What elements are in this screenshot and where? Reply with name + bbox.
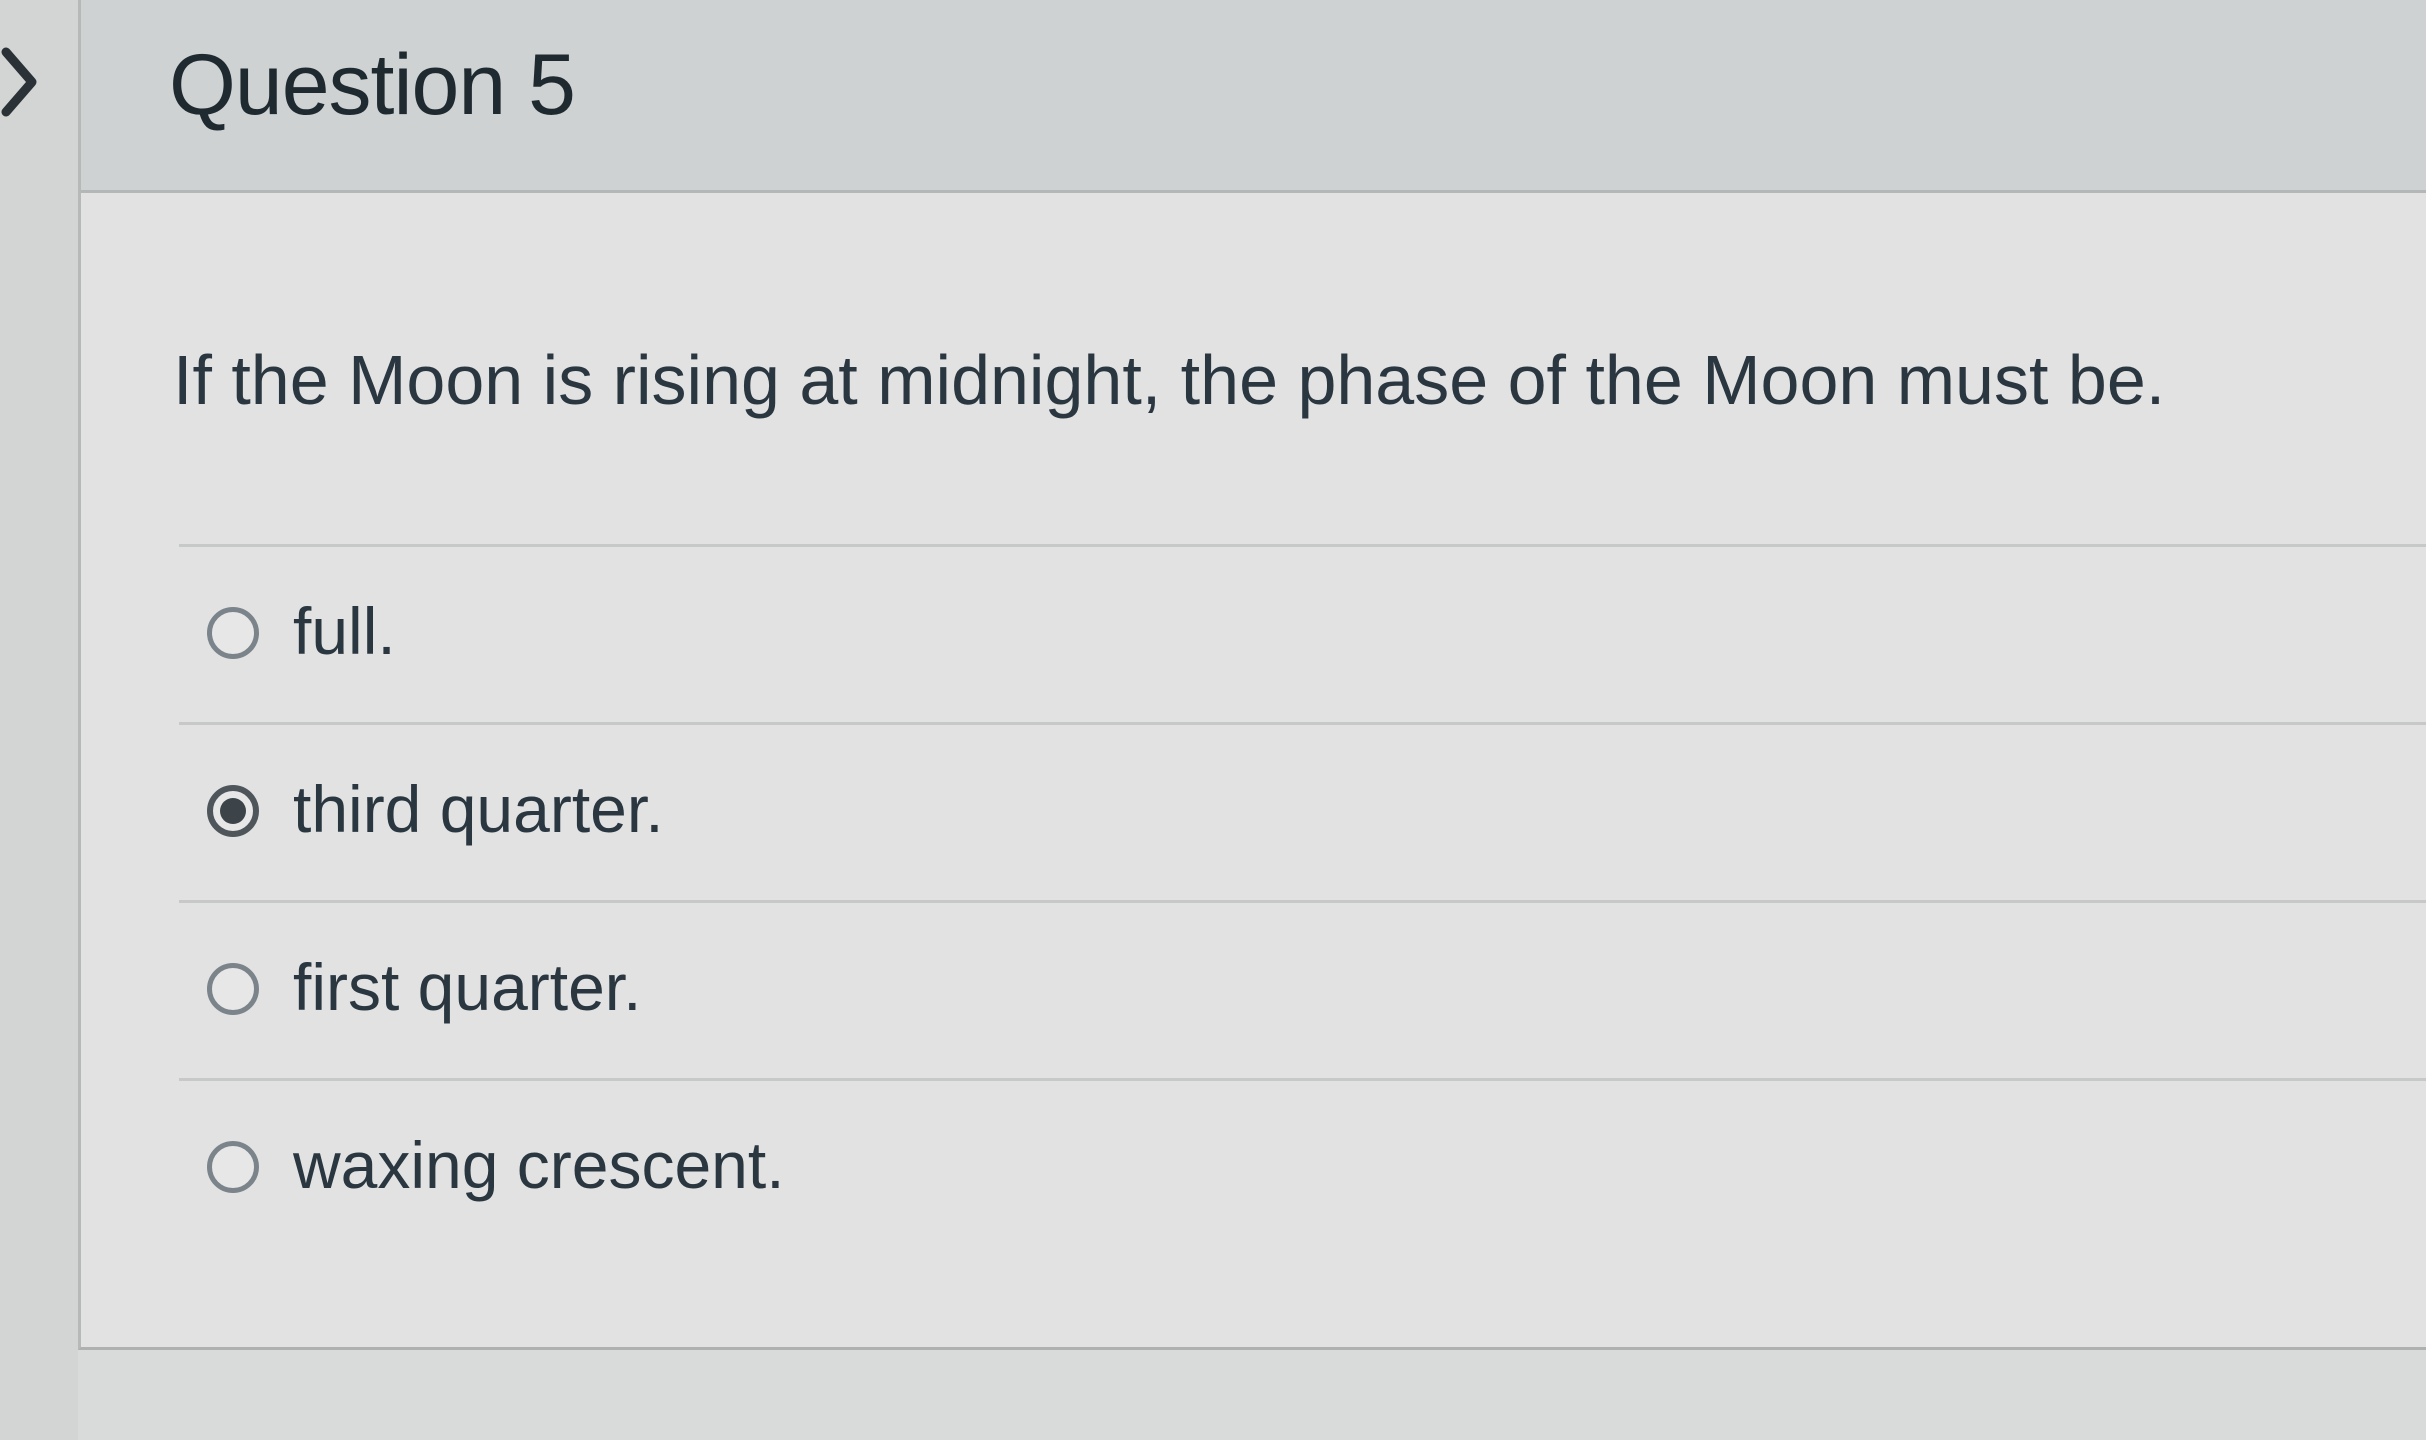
answer-list: full. third quarter. first quarter. waxi… (179, 544, 2426, 1256)
question-title: Question 5 (169, 37, 576, 133)
answer-option-full[interactable]: full. (179, 544, 2426, 722)
answer-label[interactable]: third quarter. (293, 761, 664, 857)
answer-label[interactable]: full. (293, 583, 396, 679)
answer-option-waxing-crescent[interactable]: waxing crescent. (179, 1078, 2426, 1256)
left-gutter (0, 0, 78, 1440)
question-panel: Question 5 If the Moon is rising at midn… (78, 0, 2426, 1350)
answer-label[interactable]: first quarter. (293, 939, 641, 1035)
radio-button[interactable] (207, 607, 259, 659)
radio-button[interactable] (207, 963, 259, 1015)
answer-label[interactable]: waxing crescent. (293, 1117, 785, 1213)
question-nav-toggle[interactable] (0, 42, 44, 122)
radio-button-selected[interactable] (207, 785, 259, 837)
radio-button[interactable] (207, 1141, 259, 1193)
answer-option-first-quarter[interactable]: first quarter. (179, 900, 2426, 1078)
answer-option-third-quarter[interactable]: third quarter. (179, 722, 2426, 900)
question-text: If the Moon is rising at midnight, the p… (173, 341, 2166, 419)
question-header: Question 5 (81, 0, 2426, 193)
chevron-right-icon (1, 47, 37, 117)
